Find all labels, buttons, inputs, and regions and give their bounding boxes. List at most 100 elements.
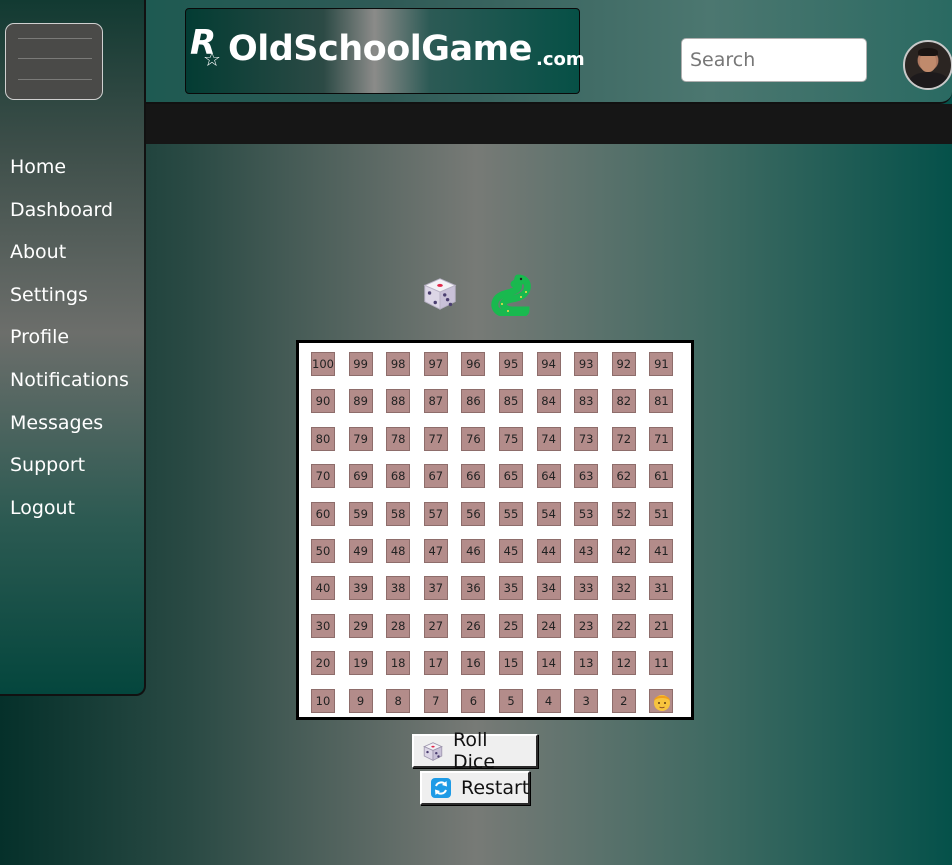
board-cell: 60 bbox=[311, 501, 335, 526]
board-cell: 44 bbox=[536, 539, 561, 563]
roll-dice-label: Roll Dice bbox=[453, 729, 496, 773]
board-cell: 6 bbox=[461, 688, 486, 713]
board-cell: 2 bbox=[611, 688, 636, 713]
board-cell: 10 bbox=[311, 688, 335, 713]
sidebar-item-logout[interactable]: Logout bbox=[10, 491, 129, 534]
sidebar-item-profile[interactable]: Profile bbox=[10, 320, 129, 363]
board-cell: 67 bbox=[423, 464, 448, 489]
board-cell: 51 bbox=[649, 501, 674, 526]
board-cell: 47 bbox=[423, 539, 448, 563]
restart-button[interactable]: Restart bbox=[420, 771, 530, 805]
board-cell: 73 bbox=[574, 426, 599, 451]
board-cell: 87 bbox=[423, 389, 448, 414]
board-cell: 68 bbox=[386, 464, 411, 489]
board-cell-player bbox=[649, 688, 674, 713]
board-cell: 48 bbox=[386, 539, 411, 563]
board-cell: 69 bbox=[348, 464, 373, 489]
site-logo[interactable]: R ☆ OldSchoolGame .com bbox=[185, 8, 585, 94]
sidebar-item-support[interactable]: Support bbox=[10, 448, 129, 491]
board-cell: 46 bbox=[461, 539, 486, 563]
sidebar: Home Dashboard About Settings Profile No… bbox=[0, 0, 146, 696]
avatar-shoulders bbox=[909, 72, 949, 88]
board-cell: 14 bbox=[536, 651, 561, 676]
game-board: 100 99 98 97 96 95 94 93 92 91 90 89 88 87 86 85 84 83 82 8… bbox=[296, 340, 694, 720]
board-cell: 20 bbox=[311, 651, 335, 676]
board-cell: 62 bbox=[611, 464, 636, 489]
board-cell: 96 bbox=[461, 352, 486, 376]
avatar-hair bbox=[918, 48, 938, 56]
board-cell: 99 bbox=[348, 352, 373, 376]
board-cell: 29 bbox=[348, 613, 373, 638]
board-cell: 7 bbox=[423, 688, 448, 713]
board-cell: 57 bbox=[423, 501, 448, 526]
sidebar-item-messages[interactable]: Messages bbox=[10, 406, 129, 449]
logo-name: OldSchoolGame bbox=[228, 29, 532, 69]
board-cell: 16 bbox=[461, 651, 486, 676]
board-cell: 64 bbox=[536, 464, 561, 489]
board-cell: 63 bbox=[574, 464, 599, 489]
search-input[interactable] bbox=[681, 38, 867, 82]
board-cell: 8 bbox=[386, 688, 411, 713]
board-cell: 81 bbox=[649, 389, 674, 414]
board-cell: 41 bbox=[649, 539, 674, 563]
board-cell: 70 bbox=[311, 464, 335, 489]
board-cell: 24 bbox=[536, 613, 561, 638]
board-cell: 13 bbox=[574, 651, 599, 676]
board-cell: 30 bbox=[311, 613, 335, 638]
board-cell: 23 bbox=[574, 613, 599, 638]
menu-bar bbox=[18, 38, 92, 39]
menu-bar bbox=[18, 58, 92, 59]
board-cell: 59 bbox=[348, 501, 373, 526]
board-cell: 61 bbox=[649, 464, 674, 489]
sidebar-item-about[interactable]: About bbox=[10, 235, 129, 278]
board-cell: 36 bbox=[461, 576, 486, 601]
sidebar-item-home[interactable]: Home bbox=[10, 150, 129, 193]
logo-tld: .com bbox=[536, 49, 585, 70]
board-cell: 40 bbox=[311, 576, 335, 601]
restart-label: Restart bbox=[461, 777, 530, 799]
board-cell: 82 bbox=[611, 389, 636, 414]
board-cell: 45 bbox=[499, 539, 523, 563]
board-cell: 93 bbox=[574, 352, 599, 376]
board-cell: 32 bbox=[611, 576, 636, 601]
roll-dice-button[interactable]: Roll Dice bbox=[412, 729, 538, 773]
board-cell: 49 bbox=[348, 539, 373, 563]
board-cell: 22 bbox=[611, 613, 636, 638]
board-cell: 33 bbox=[574, 576, 599, 601]
board-cell: 84 bbox=[536, 389, 561, 414]
restart-icon bbox=[431, 778, 451, 798]
sidebar-item-dashboard[interactable]: Dashboard bbox=[10, 193, 129, 236]
board-cell: 55 bbox=[499, 501, 523, 526]
board-cell: 43 bbox=[574, 539, 599, 563]
board-cell: 53 bbox=[574, 501, 599, 526]
snake-icon bbox=[491, 274, 531, 316]
avatar[interactable] bbox=[903, 40, 952, 90]
board-cell: 39 bbox=[348, 576, 373, 601]
board-cell: 91 bbox=[649, 352, 674, 376]
board-cell: 52 bbox=[611, 501, 636, 526]
board-cell: 28 bbox=[386, 613, 411, 638]
dice-icon bbox=[423, 742, 443, 762]
board-cell: 71 bbox=[649, 426, 674, 451]
board-cell: 17 bbox=[423, 651, 448, 676]
board-cell: 18 bbox=[386, 651, 411, 676]
board-cell: 5 bbox=[499, 688, 523, 713]
board-cell: 34 bbox=[536, 576, 561, 601]
board-cell: 79 bbox=[348, 426, 373, 451]
board-cell: 83 bbox=[574, 389, 599, 414]
board-cell: 88 bbox=[386, 389, 411, 414]
star-icon: ☆ bbox=[203, 47, 221, 71]
board-cell: 56 bbox=[461, 501, 486, 526]
board-cell: 65 bbox=[499, 464, 523, 489]
board-cell: 50 bbox=[311, 539, 335, 563]
menu-toggle-button[interactable] bbox=[5, 23, 103, 100]
board-cell: 37 bbox=[423, 576, 448, 601]
board-cell: 72 bbox=[611, 426, 636, 451]
board-cell: 80 bbox=[311, 426, 335, 451]
board-cell: 26 bbox=[461, 613, 486, 638]
sub-navbar bbox=[146, 104, 952, 144]
board-cell: 54 bbox=[536, 501, 561, 526]
sidebar-item-notifications[interactable]: Notifications bbox=[10, 363, 129, 406]
sidebar-item-settings[interactable]: Settings bbox=[10, 278, 129, 321]
board-cell: 42 bbox=[611, 539, 636, 563]
